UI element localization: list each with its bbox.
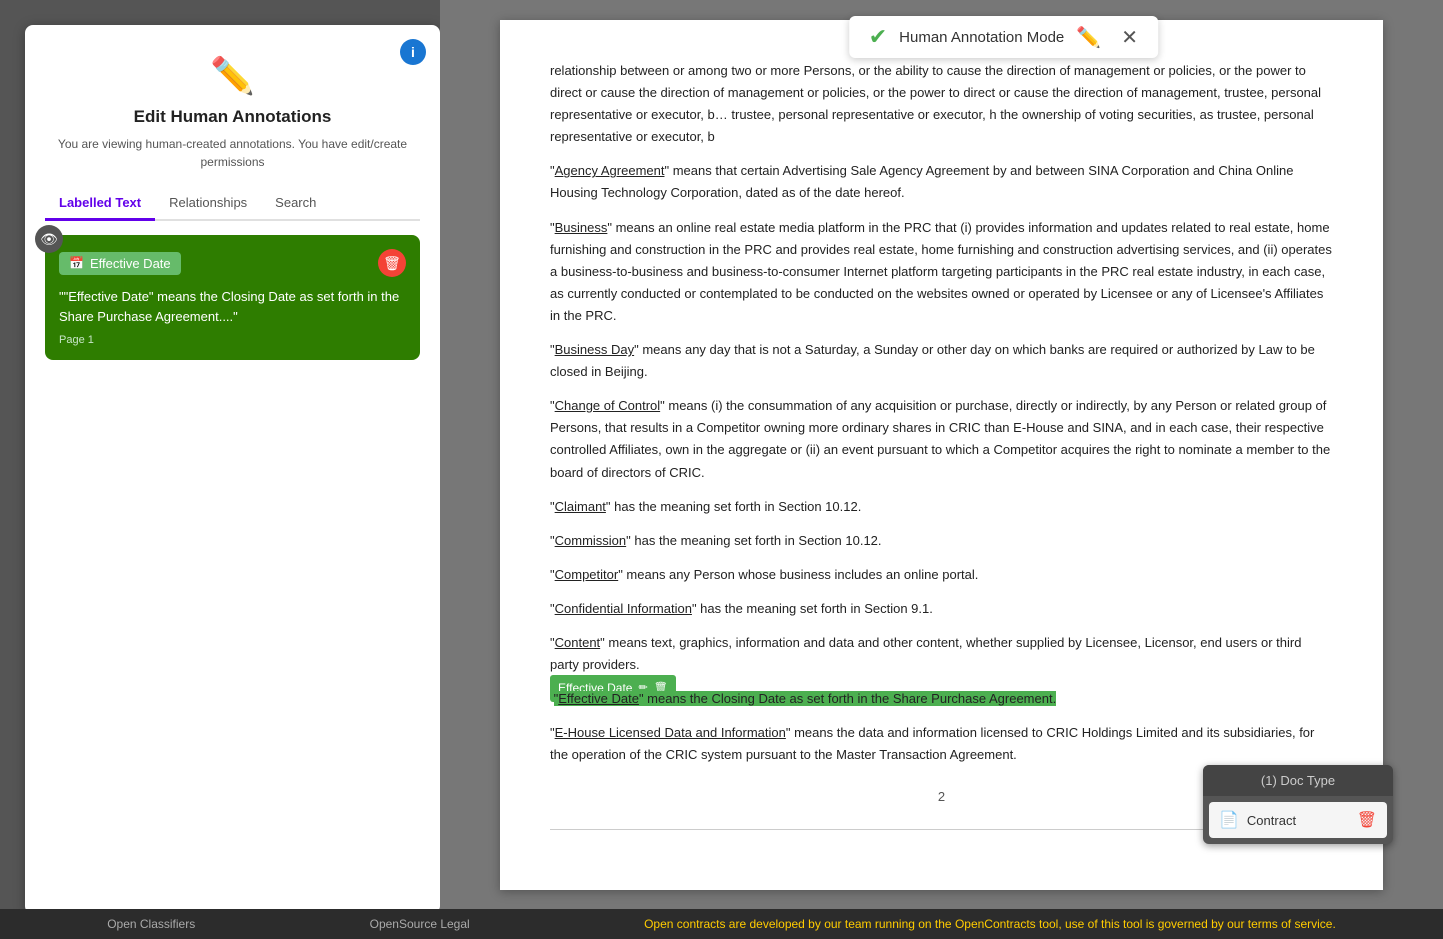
- doc-paragraph-competitor: "Competitor" means any Person whose busi…: [550, 564, 1333, 586]
- doc-paragraph-ehouse: "E-House Licensed Data and Information" …: [550, 722, 1333, 766]
- effective-date-highlight: "Effective Date" means the Closing Date …: [554, 691, 1057, 706]
- doc-paragraph-content: "Content" means text, graphics, informat…: [550, 632, 1333, 676]
- term-claimant: Claimant: [555, 499, 606, 514]
- doctype-header: (1) Doc Type: [1203, 765, 1393, 796]
- doc-paragraph-agency: "Agency Agreement" means that certain Ad…: [550, 160, 1333, 204]
- doctype-panel: (1) Doc Type 📄 Contract 🗑: [1203, 765, 1393, 844]
- checkmark-icon: ✔: [869, 24, 887, 50]
- term-commission: Commission: [555, 533, 627, 548]
- footer-link-opensource[interactable]: OpenSource Legal: [370, 917, 470, 931]
- calendar-icon: 📅: [69, 256, 84, 270]
- pencil-icon: ✏️: [210, 55, 255, 97]
- term-change-of-control: Change of Control: [555, 398, 661, 413]
- doc-paragraph-coc: "Change of Control" means (i) the consum…: [550, 395, 1333, 483]
- panel-title: Edit Human Annotations: [134, 107, 332, 127]
- tab-relationships[interactable]: Relationships: [155, 187, 261, 221]
- footer-link-terms[interactable]: Open contracts are developed by our team…: [644, 917, 1336, 931]
- doctype-label: Contract: [1247, 813, 1296, 828]
- term-effective-date: Effective Date: [558, 691, 639, 706]
- ham-close-button[interactable]: ✕: [1121, 25, 1138, 50]
- term-ehouse: E-House Licensed Data and Information: [555, 725, 786, 740]
- doctype-item: 📄 Contract 🗑: [1209, 802, 1387, 838]
- annotation-card: 👁 📅 Effective Date 🗑 ""Effective Date" m…: [45, 235, 420, 360]
- doc-paragraph-1: relationship between or among two or mor…: [550, 60, 1333, 148]
- doc-paragraph-claimant: "Claimant" has the meaning set forth in …: [550, 496, 1333, 518]
- ham-banner: ✔ Human Annotation Mode ✏️ ✕: [849, 16, 1158, 58]
- delete-annotation-button[interactable]: 🗑: [378, 249, 406, 277]
- left-panel: i ✏️ Edit Human Annotations You are view…: [25, 25, 440, 914]
- main-wrapper: i ✏️ Edit Human Annotations You are view…: [0, 0, 1443, 939]
- footer: Open Classifiers OpenSource Legal Open c…: [0, 909, 1443, 939]
- label-chip: 📅 Effective Date: [59, 252, 181, 275]
- annotation-page: Page 1: [59, 334, 406, 346]
- doctype-item-left: 📄 Contract: [1219, 810, 1296, 830]
- doc-paragraph-effective-date: Effective Date ✏ 🗑 "Effective Date" mean…: [550, 688, 1333, 710]
- footer-link-classifiers[interactable]: Open Classifiers: [107, 917, 195, 931]
- tab-labelled-text[interactable]: Labelled Text: [45, 187, 155, 221]
- term-business-day: Business Day: [555, 342, 634, 357]
- ham-mode-text: Human Annotation Mode: [899, 29, 1064, 46]
- doc-area: ✔ Human Annotation Mode ✏️ ✕ relationshi…: [440, 0, 1443, 939]
- document-icon: 📄: [1219, 810, 1239, 830]
- term-confidential-information: Confidential Information: [555, 601, 692, 616]
- document-page: relationship between or among two or mor…: [500, 20, 1383, 890]
- annotation-text: ""Effective Date" means the Closing Date…: [59, 287, 406, 326]
- doc-paragraph-commission: "Commission" has the meaning set forth i…: [550, 530, 1333, 552]
- doctype-delete-button[interactable]: 🗑: [1357, 810, 1377, 830]
- term-agency-agreement: Agency Agreement: [555, 163, 665, 178]
- doc-paragraph-businessday: "Business Day" means any day that is not…: [550, 339, 1333, 383]
- doc-paragraph-business: "Business" means an online real estate m…: [550, 217, 1333, 327]
- tab-search[interactable]: Search: [261, 187, 330, 221]
- doc-paragraph-confidential: "Confidential Information" has the meani…: [550, 598, 1333, 620]
- tabs-container: Labelled Text Relationships Search: [45, 187, 420, 221]
- annotation-label-row: 📅 Effective Date 🗑: [59, 249, 406, 277]
- term-content: Content: [555, 635, 601, 650]
- chip-label: Effective Date: [90, 256, 171, 271]
- ham-edit-icon: ✏️: [1076, 25, 1101, 50]
- eye-icon: 👁: [35, 225, 63, 253]
- term-business: Business: [555, 220, 608, 235]
- panel-subtitle: You are viewing human-created annotation…: [45, 135, 420, 171]
- term-competitor: Competitor: [555, 567, 619, 582]
- info-badge[interactable]: i: [400, 39, 426, 65]
